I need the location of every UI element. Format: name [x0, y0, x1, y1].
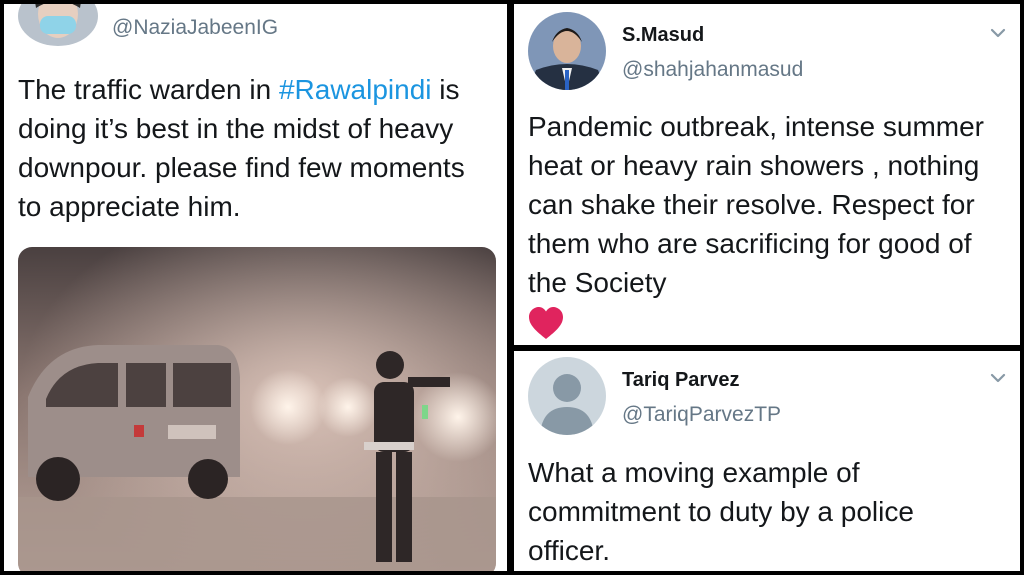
default-avatar-icon[interactable]: [528, 357, 606, 435]
tweet-text: What a moving example of commitment to d…: [528, 457, 914, 566]
tweet-handle[interactable]: @shahjahanmasud: [622, 58, 803, 82]
tweet-author-name[interactable]: S.Masud: [622, 24, 704, 47]
tweet-photo[interactable]: [18, 247, 496, 571]
tweet-author-name[interactable]: Tariq Parvez: [622, 369, 739, 392]
avatar[interactable]: [18, 4, 98, 46]
chevron-down-icon[interactable]: [987, 367, 1009, 389]
hashtag-link[interactable]: #Rawalpindi: [279, 74, 432, 105]
tweet-text: The traffic warden in #Rawalpindi is doi…: [18, 70, 493, 226]
heart-icon: [529, 307, 563, 339]
tweet-left: @NaziaJabeenIG The traffic warden in #Ra…: [4, 4, 507, 571]
tweet-handle[interactable]: @NaziaJabeenIG: [112, 16, 278, 40]
tweet-top-right: S.Masud @shahjahanmasud Pandemic outbrea…: [514, 4, 1020, 345]
tweet-text-start: The traffic warden in: [18, 74, 279, 105]
avatar[interactable]: [528, 12, 606, 90]
tweet-handle[interactable]: @TariqParvezTP: [622, 403, 781, 427]
chevron-down-icon[interactable]: [987, 22, 1009, 44]
tweet-text: Pandemic outbreak, intense summer heat o…: [528, 111, 984, 298]
tweet-bottom-right: Tariq Parvez @TariqParvezTP What a movin…: [514, 351, 1020, 571]
